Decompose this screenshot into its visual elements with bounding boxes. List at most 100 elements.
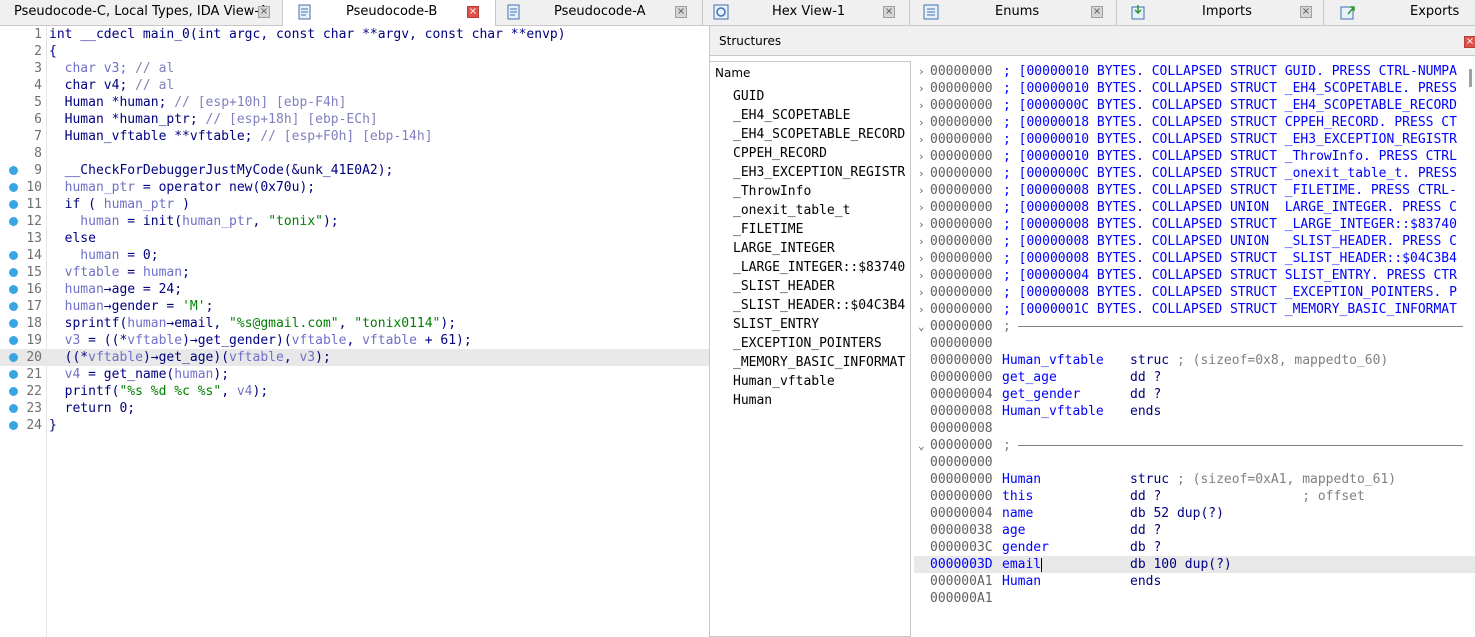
structure-list-item[interactable]: _SLIST_HEADER <box>733 279 835 294</box>
structure-view[interactable]: › 00000000 ; [00000010 BYTES. COLLAPSED ST… <box>914 61 1475 637</box>
code-line[interactable]: 7 Human_vftable **vftable; // [esp+F0h] … <box>0 128 709 145</box>
structure-list-item[interactable]: _LARGE_INTEGER::$83740 <box>733 260 905 275</box>
expand-chevron-icon[interactable]: › <box>918 199 925 216</box>
breakpoint-dot-icon[interactable] <box>9 319 18 328</box>
struct-tail-row[interactable]: 000000A1 <box>914 590 1475 607</box>
structure-list-item[interactable]: _MEMORY_BASIC_INFORMAT <box>733 355 905 370</box>
expand-chevron-icon[interactable]: › <box>918 216 925 233</box>
structure-list-item[interactable]: _FILETIME <box>733 222 803 237</box>
breakpoint-dot-icon[interactable] <box>9 183 18 192</box>
struct-field-name[interactable]: name <box>1002 505 1033 522</box>
code-line[interactable]: 11 if ( human_ptr ) <box>0 196 709 213</box>
struct-blank-row[interactable]: 00000000 <box>914 454 1475 471</box>
collapsed-struct-row[interactable]: › 00000000 ; [00000004 BYTES. COLLAPSED ST… <box>914 267 1475 284</box>
code-line[interactable]: 14 human = 0; <box>0 247 709 264</box>
struct-field-name[interactable]: this <box>1002 488 1033 505</box>
code-line[interactable]: 12 human = init(human_ptr, "tonix"); <box>0 213 709 230</box>
struct-field-name[interactable]: get_gender <box>1002 386 1080 403</box>
struct-field-row[interactable]: 00000004 name db 52 dup(?) <box>914 505 1475 522</box>
code-line[interactable]: 2{ <box>0 43 709 60</box>
expand-chevron-icon[interactable]: › <box>918 80 925 97</box>
structure-list-item[interactable]: _EXCEPTION_POINTERS <box>733 336 882 351</box>
code-line[interactable]: 3 char v3; // al <box>0 60 709 77</box>
breakpoint-dot-icon[interactable] <box>9 302 18 311</box>
code-line[interactable]: 22 printf("%s %d %c %s", v4); <box>0 383 709 400</box>
structure-list-item[interactable]: _EH4_SCOPETABLE <box>733 108 850 123</box>
tab-close-icon[interactable]: × <box>1091 6 1103 18</box>
struct-separator-row[interactable]: ⌄ 00000000; <box>914 318 1475 335</box>
expand-chevron-icon[interactable]: › <box>918 284 925 301</box>
expand-chevron-icon[interactable]: › <box>918 114 925 131</box>
struct-field-row[interactable]: 00000000 this dd ? ; offset <box>914 488 1475 505</box>
close-icon[interactable]: × <box>1464 36 1475 48</box>
expand-chevron-icon[interactable]: › <box>918 165 925 182</box>
code-line[interactable]: 20 ((*vftable)→get_age)(vftable, v3); <box>0 349 709 366</box>
collapsed-struct-row[interactable]: › 00000000 ; [00000008 BYTES. COLLAPSED ST… <box>914 284 1475 301</box>
tab-pseudocode-b[interactable]: Pseudocode-B × <box>283 0 496 26</box>
tab-exports[interactable]: Exports <box>1324 0 1475 25</box>
struct-field-name[interactable]: Human <box>1002 471 1041 488</box>
breakpoint-dot-icon[interactable] <box>9 200 18 209</box>
struct-field-row[interactable]: 0000003D email db 100 dup(?) <box>914 556 1475 573</box>
breakpoint-dot-icon[interactable] <box>9 353 18 362</box>
expand-chevron-icon[interactable]: › <box>918 250 925 267</box>
breakpoint-dot-icon[interactable] <box>9 421 18 430</box>
struct-field-row[interactable]: 00000004 get_gender dd ? <box>914 386 1475 403</box>
struct-field-name[interactable]: email <box>1002 556 1041 573</box>
breakpoint-dot-icon[interactable] <box>9 217 18 226</box>
code-line[interactable]: 17 human→gender = 'M'; <box>0 298 709 315</box>
structure-list-item[interactable]: _ThrowInfo <box>733 184 811 199</box>
structure-name-list[interactable]: Name GUID _EH4_SCOPETABLE _EH4_SCOPETABLE_… <box>710 61 911 637</box>
breakpoint-dot-icon[interactable] <box>9 336 18 345</box>
collapsed-struct-row[interactable]: › 00000000 ; [00000010 BYTES. COLLAPSED ST… <box>914 63 1475 80</box>
breakpoint-dot-icon[interactable] <box>9 404 18 413</box>
expand-chevron-icon[interactable]: › <box>918 63 925 80</box>
struct-field-row[interactable]: 00000008 Human_vftable ends <box>914 403 1475 420</box>
pseudocode-pane[interactable]: 1 int __cdecl main_0(int argc, const char… <box>0 26 710 637</box>
collapse-chevron-icon[interactable]: ⌄ <box>918 318 925 335</box>
struct-field-name[interactable]: Human <box>1002 573 1041 590</box>
code-line[interactable]: 13 else <box>0 230 709 247</box>
struct-field-row[interactable]: 00000000 get_age dd ? <box>914 369 1475 386</box>
struct-field-row[interactable]: 00000000 Human_vftable struc ; (sizeof=0x8… <box>914 352 1475 369</box>
structure-list-item[interactable]: GUID <box>733 89 764 104</box>
breakpoint-dot-icon[interactable] <box>9 166 18 175</box>
structure-list-item[interactable]: _SLIST_HEADER::$04C3B4 <box>733 298 905 313</box>
expand-chevron-icon[interactable]: › <box>918 148 925 165</box>
tab-pseudocode-a[interactable]: Pseudocode-A × <box>496 0 703 25</box>
collapsed-struct-row[interactable]: › 00000000 ; [0000001C BYTES. COLLAPSED ST… <box>914 301 1475 318</box>
breakpoint-dot-icon[interactable] <box>9 268 18 277</box>
tab-enums[interactable]: Enums × <box>910 0 1117 25</box>
expand-chevron-icon[interactable]: › <box>918 131 925 148</box>
collapsed-struct-row[interactable]: › 00000000 ; [0000000C BYTES. COLLAPSED ST… <box>914 165 1475 182</box>
structure-list-item[interactable]: _EH4_SCOPETABLE_RECORD <box>733 127 905 142</box>
collapsed-struct-row[interactable]: › 00000000 ; [00000008 BYTES. COLLAPSED ST… <box>914 182 1475 199</box>
collapsed-struct-row[interactable]: › 00000000 ; [00000010 BYTES. COLLAPSED ST… <box>914 148 1475 165</box>
code-line[interactable]: 10 human_ptr = operator new(0x70u); <box>0 179 709 196</box>
structure-list-item[interactable]: _EH3_EXCEPTION_REGISTR <box>733 165 905 180</box>
structure-list-item[interactable]: CPPEH_RECORD <box>733 146 827 161</box>
struct-field-row[interactable]: 00000038 age dd ? <box>914 522 1475 539</box>
breakpoint-dot-icon[interactable] <box>9 387 18 396</box>
code-line[interactable]: 8 <box>0 145 709 162</box>
code-line[interactable]: 4 char v4; // al <box>0 77 709 94</box>
breakpoint-dot-icon[interactable] <box>9 251 18 260</box>
tab-pseudocode-c[interactable]: Pseudocode-C, Local Types, IDA View-A × <box>0 0 283 25</box>
tab-hex-view[interactable]: Hex View-1 × <box>703 0 910 25</box>
structure-list-item[interactable]: _onexit_table_t <box>733 203 850 218</box>
collapsed-struct-row[interactable]: › 00000000 ; [0000000C BYTES. COLLAPSED ST… <box>914 97 1475 114</box>
code-line[interactable]: 15 vftable = human; <box>0 264 709 281</box>
code-line[interactable]: 21 v4 = get_name(human); <box>0 366 709 383</box>
collapsed-struct-row[interactable]: › 00000000 ; [00000008 BYTES. COLLAPSED ST… <box>914 250 1475 267</box>
name-column-header[interactable]: Name <box>715 66 750 80</box>
breakpoint-dot-icon[interactable] <box>9 370 18 379</box>
tab-close-icon[interactable]: × <box>467 6 479 18</box>
code-line[interactable]: 5 Human *human; // [esp+10h] [ebp-F4h] <box>0 94 709 111</box>
structure-list-item[interactable]: Human <box>733 393 772 408</box>
struct-blank-row[interactable]: 00000000 <box>914 335 1475 352</box>
collapsed-struct-row[interactable]: › 00000000 ; [00000008 BYTES. COLLAPSED UN… <box>914 199 1475 216</box>
struct-field-name[interactable]: Human_vftable <box>1002 352 1104 369</box>
collapsed-struct-row[interactable]: › 00000000 ; [00000008 BYTES. COLLAPSED ST… <box>914 216 1475 233</box>
structure-list-item[interactable]: LARGE_INTEGER <box>733 241 835 256</box>
struct-field-row[interactable]: 0000003C gender db ? <box>914 539 1475 556</box>
